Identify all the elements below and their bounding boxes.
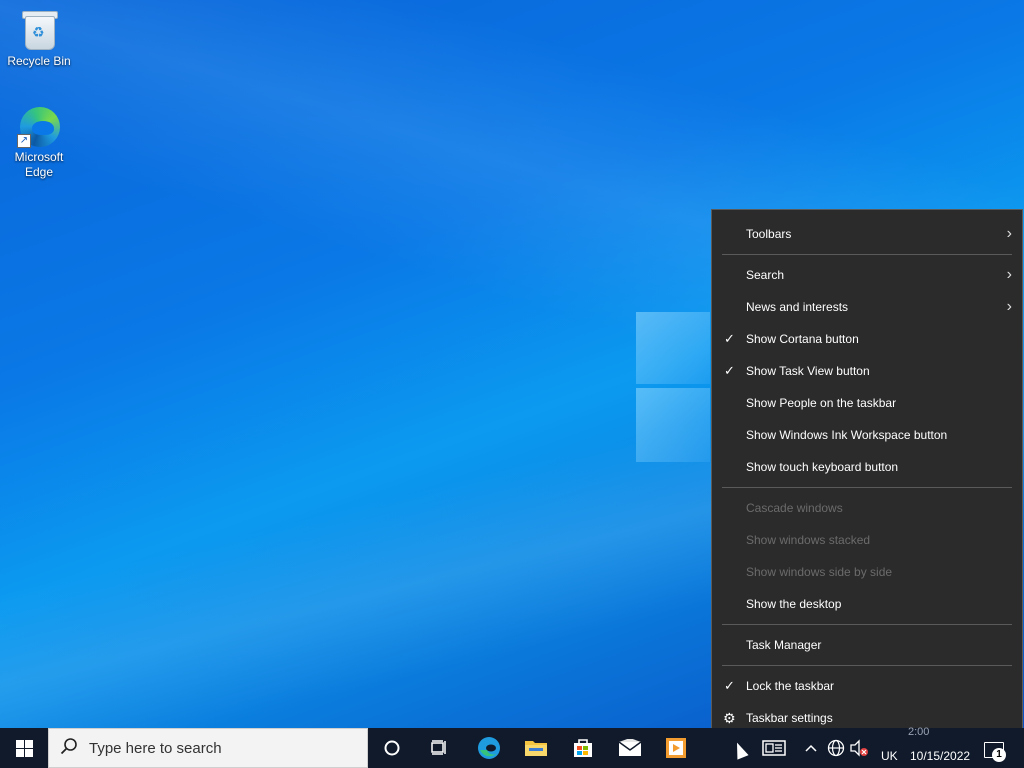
menu-item-label: Show Cortana button (746, 332, 859, 346)
menu-item-label: Lock the taskbar (746, 679, 835, 693)
menu-item-lock-taskbar[interactable]: ✓ Lock the taskbar (712, 670, 1022, 702)
menu-item-label: Show the desktop (746, 597, 842, 611)
menu-item-label: Show Task View button (746, 364, 870, 378)
chevron-right-icon: › (1006, 298, 1012, 315)
desktop-icon-label: Microsoft Edge (14, 150, 64, 179)
taskbar-edge-button[interactable] (466, 728, 512, 768)
file-explorer-icon (525, 741, 547, 756)
checkmark-icon: ✓ (724, 363, 735, 378)
search-icon (49, 737, 89, 760)
menu-item-label: News and interests (746, 300, 849, 314)
chevron-right-icon: › (1006, 266, 1012, 283)
windows-logo-icon (15, 739, 33, 757)
desktop-icon-recycle-bin[interactable]: ♻ Recycle Bin (2, 8, 76, 69)
menu-item-show-people[interactable]: Show People on the taskbar (712, 387, 1022, 419)
chevron-right-icon: › (1006, 225, 1012, 242)
show-hidden-icons-button[interactable] (800, 728, 822, 768)
menu-separator (722, 665, 1012, 666)
clock-time: 2:00 (908, 726, 930, 738)
menu-item-show-ink-workspace[interactable]: Show Windows Ink Workspace button (712, 419, 1022, 451)
media-player-icon (666, 738, 686, 758)
task-view-button[interactable] (416, 728, 462, 768)
menu-item-label: Toolbars (746, 227, 792, 241)
menu-item-label: Show touch keyboard button (746, 460, 899, 474)
action-center-button[interactable]: 1 (982, 728, 1010, 768)
notification-badge: 1 (992, 748, 1006, 762)
cortana-button[interactable] (369, 728, 415, 768)
input-language-indicator[interactable]: UK (881, 749, 898, 763)
menu-item-label: Show windows stacked (746, 533, 871, 547)
store-icon (574, 739, 592, 757)
news-and-interests-button[interactable] (758, 728, 790, 768)
checkmark-icon: ✓ (724, 331, 735, 346)
microsoft-store-button[interactable] (560, 728, 606, 768)
menu-item-label: Show People on the taskbar (746, 396, 897, 410)
mail-icon (618, 739, 642, 756)
clock-date: 10/15/2022 (910, 749, 971, 763)
menu-item-windows-side-by-side: Show windows side by side (712, 556, 1022, 588)
menu-item-show-task-view[interactable]: ✓ Show Task View button (712, 355, 1022, 387)
menu-item-label: Cascade windows (746, 501, 843, 515)
file-explorer-button[interactable] (513, 728, 559, 768)
menu-item-label: Task Manager (746, 638, 822, 652)
menu-separator (722, 624, 1012, 625)
network-icon (827, 739, 845, 757)
recycle-bin-icon: ♻ (17, 8, 61, 52)
shortcut-arrow-icon: ↗ (17, 134, 31, 148)
menu-item-windows-stacked: Show windows stacked (712, 524, 1022, 556)
chevron-up-icon (805, 744, 817, 752)
edge-icon: ↗ (17, 104, 61, 148)
menu-item-label: Show windows side by side (746, 565, 893, 579)
edge-icon (478, 737, 500, 759)
menu-item-label: Search (746, 268, 785, 282)
taskbar-clock[interactable]: 2:00 UK 10/15/2022 (872, 726, 980, 768)
menu-item-task-manager[interactable]: Task Manager (712, 629, 1022, 661)
menu-item-label: Show Windows Ink Workspace button (746, 428, 948, 442)
taskbar[interactable]: Type here to search 2:00 UK 10/15/2022 1 (0, 726, 1024, 768)
cortana-icon (384, 740, 400, 756)
checkmark-icon: ✓ (724, 678, 735, 693)
menu-item-search[interactable]: Search › (712, 259, 1022, 291)
taskbar-context-menu: Toolbars › Search › News and interests ›… (711, 209, 1023, 742)
desktop-icon-label: Recycle Bin (7, 54, 71, 68)
taskbar-search-box[interactable]: Type here to search (48, 728, 368, 768)
volume-button[interactable] (848, 728, 870, 768)
menu-item-show-cortana[interactable]: ✓ Show Cortana button (712, 323, 1022, 355)
news-icon (762, 740, 786, 756)
menu-separator (722, 254, 1012, 255)
menu-separator (722, 487, 1012, 488)
task-view-icon (431, 740, 446, 755)
network-button[interactable] (824, 728, 848, 768)
desktop-icon-edge[interactable]: ↗ Microsoft Edge (2, 104, 76, 180)
start-button[interactable] (0, 728, 48, 768)
volume-muted-icon (850, 739, 868, 757)
mail-button[interactable] (607, 728, 653, 768)
menu-item-label: Taskbar settings (746, 711, 833, 725)
menu-item-cascade-windows: Cascade windows (712, 492, 1022, 524)
menu-item-show-touch-keyboard[interactable]: Show touch keyboard button (712, 451, 1022, 483)
menu-item-news-and-interests[interactable]: News and interests › (712, 291, 1022, 323)
media-player-button[interactable] (653, 728, 699, 768)
search-placeholder: Type here to search (89, 739, 222, 757)
menu-item-toolbars[interactable]: Toolbars › (712, 218, 1022, 250)
menu-item-show-desktop[interactable]: Show the desktop (712, 588, 1022, 620)
